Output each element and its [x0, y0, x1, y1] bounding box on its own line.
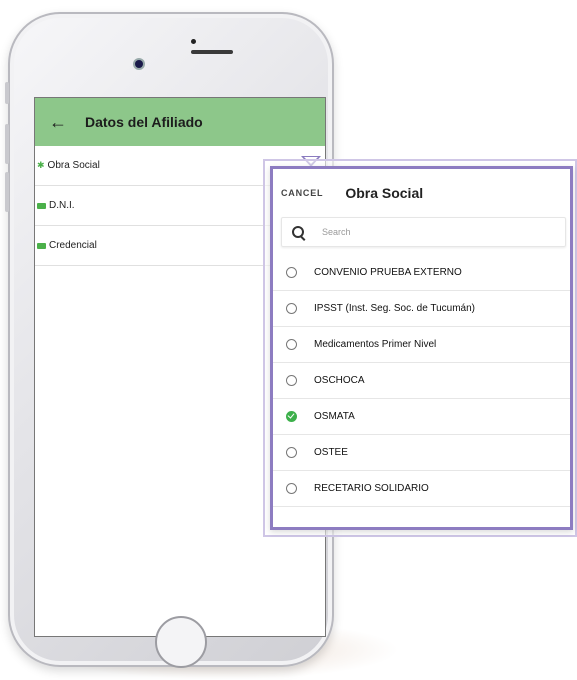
dialog-title: Obra Social [345, 185, 424, 201]
app-header: ← Datos del Afiliado [35, 98, 325, 146]
option-label: RECETARIO SOLIDARIO [314, 483, 429, 494]
radio-unchecked-icon[interactable] [286, 267, 297, 278]
options-list: CONVENIO PRUEBA EXTERNO IPSST (Inst. Seg… [273, 255, 570, 507]
proximity-sensor [191, 39, 196, 44]
radio-unchecked-icon[interactable] [286, 447, 297, 458]
radio-unchecked-icon[interactable] [286, 339, 297, 350]
radio-unchecked-icon[interactable] [286, 375, 297, 386]
dialog-header: CANCEL Obra Social [273, 169, 570, 217]
option-label: OSMATA [314, 411, 355, 422]
option-item[interactable]: IPSST (Inst. Seg. Soc. de Tucumán) [273, 291, 570, 327]
option-item[interactable]: OSTEE [273, 435, 570, 471]
field-label: D.N.I. [49, 200, 75, 211]
field-label: Credencial [49, 240, 97, 251]
search-box[interactable] [281, 217, 566, 247]
credential-card-icon [37, 242, 46, 249]
option-item[interactable]: Medicamentos Primer Nivel [273, 327, 570, 363]
id-card-icon [37, 202, 46, 209]
page-title: Datos del Afiliado [85, 114, 203, 130]
search-icon [292, 226, 304, 238]
option-label: OSTEE [314, 447, 348, 458]
earpiece-speaker [191, 50, 233, 54]
cancel-button[interactable]: CANCEL [281, 188, 323, 198]
gear-icon: ✱ [37, 160, 45, 170]
home-button[interactable] [155, 616, 207, 668]
radio-unchecked-icon[interactable] [286, 483, 297, 494]
option-item[interactable]: CONVENIO PRUEBA EXTERNO [273, 255, 570, 291]
back-arrow-icon[interactable]: ← [49, 113, 67, 131]
volume-up-button [5, 124, 9, 164]
option-item[interactable]: RECETARIO SOLIDARIO [273, 471, 570, 507]
option-label: OSCHOCA [314, 375, 365, 386]
front-camera [135, 60, 143, 68]
mute-switch [5, 82, 9, 104]
radio-checked-icon[interactable] [286, 411, 297, 422]
option-item-selected[interactable]: OSMATA [273, 399, 570, 435]
option-label: IPSST (Inst. Seg. Soc. de Tucumán) [314, 303, 476, 314]
obra-social-dialog: CANCEL Obra Social CONVENIO PRUEBA EXTER… [270, 166, 573, 530]
option-item[interactable]: OSCHOCA [273, 363, 570, 399]
option-label: CONVENIO PRUEBA EXTERNO [314, 267, 462, 278]
search-input[interactable] [320, 226, 544, 238]
radio-unchecked-icon[interactable] [286, 303, 297, 314]
option-label: Medicamentos Primer Nivel [314, 339, 437, 350]
volume-down-button [5, 172, 9, 212]
field-label: Obra Social [47, 160, 100, 171]
